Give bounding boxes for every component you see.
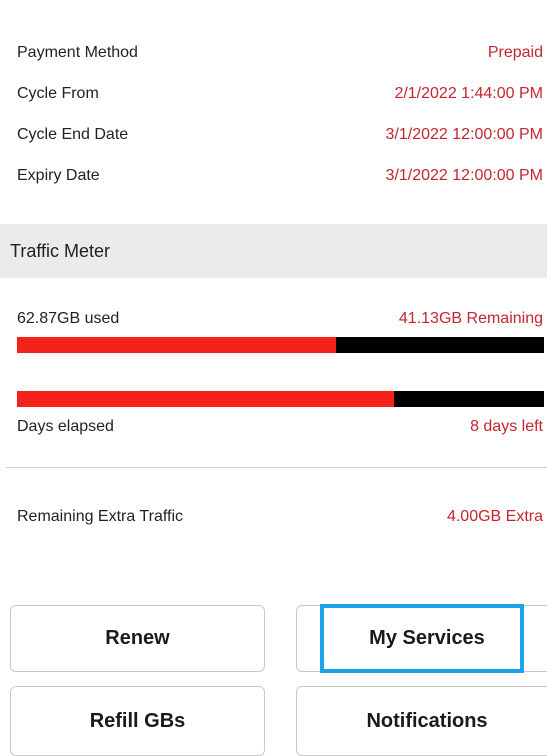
extra-traffic-label: Remaining Extra Traffic xyxy=(17,508,183,525)
expiry-date-row: Expiry Date 3/1/2022 12:00:00 PM xyxy=(17,164,543,188)
cycle-from-label: Cycle From xyxy=(17,85,99,102)
my-services-button-label: My Services xyxy=(369,627,485,649)
divider xyxy=(6,467,547,468)
days-row: Days elapsed 8 days left xyxy=(17,415,543,439)
cycle-from-value: 2/1/2022 1:44:00 PM xyxy=(394,85,543,102)
usage-row: 62.87GB used 41.13GB Remaining xyxy=(17,307,543,331)
renew-button-label: Renew xyxy=(105,627,170,649)
expiry-date-label: Expiry Date xyxy=(17,167,100,184)
remaining-label: 41.13GB Remaining xyxy=(398,310,543,327)
days-left-label: 8 days left xyxy=(470,418,543,435)
payment-method-value: Prepaid xyxy=(487,44,543,61)
days-progress-bar xyxy=(17,391,544,407)
refill-gbs-button-label: Refill GBs xyxy=(89,709,186,732)
cycle-from-row: Cycle From 2/1/2022 1:44:00 PM xyxy=(17,82,543,106)
notifications-button-label: Notifications xyxy=(366,709,488,732)
usage-progress-bar xyxy=(17,337,544,353)
extra-traffic-row: Remaining Extra Traffic 4.00GB Extra xyxy=(17,505,543,529)
cycle-end-date-value: 3/1/2022 12:00:00 PM xyxy=(385,126,543,143)
days-elapsed-label: Days elapsed xyxy=(17,418,114,435)
expiry-date-value: 3/1/2022 12:00:00 PM xyxy=(385,167,543,184)
cycle-end-date-label: Cycle End Date xyxy=(17,126,129,143)
payment-method-label: Payment Method xyxy=(17,44,138,61)
traffic-meter-title: Traffic Meter xyxy=(10,240,111,261)
days-progress-fill xyxy=(17,391,394,407)
renew-button[interactable]: Renew xyxy=(10,605,265,672)
my-services-button[interactable]: My Services xyxy=(296,605,547,672)
payment-method-row: Payment Method Prepaid xyxy=(17,41,543,65)
cycle-end-date-row: Cycle End Date 3/1/2022 12:00:00 PM xyxy=(17,123,543,147)
used-label: 62.87GB used xyxy=(17,310,120,327)
extra-traffic-value: 4.00GB Extra xyxy=(446,508,543,525)
usage-progress-fill xyxy=(17,337,336,353)
traffic-meter-header: Traffic Meter xyxy=(0,224,547,278)
